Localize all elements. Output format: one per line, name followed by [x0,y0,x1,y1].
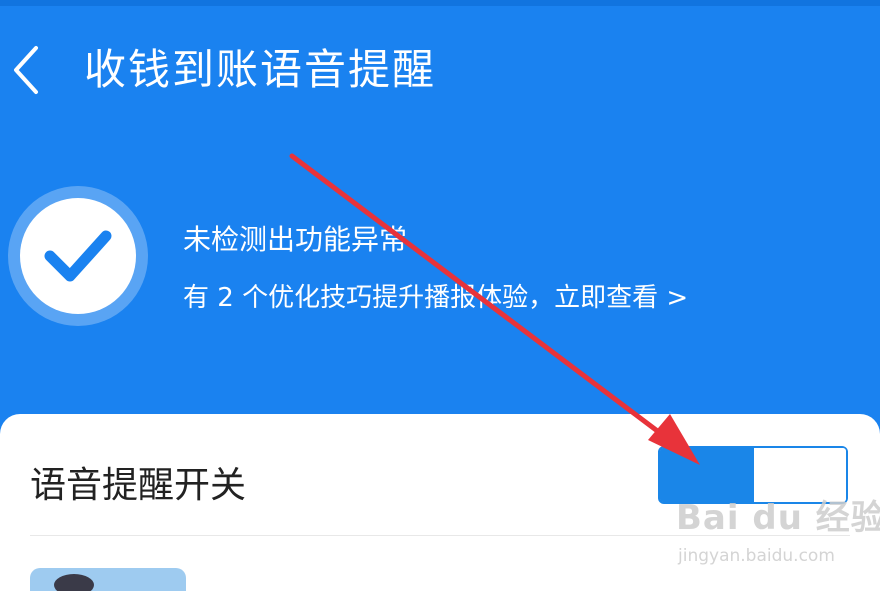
status-bar-strip [0,0,880,6]
header-bar: 收钱到账语音提醒 [0,30,880,110]
page-title: 收钱到账语音提醒 [84,45,437,94]
baidu-jingyan-watermark: Bai du 经验 jingyan.baidu.com [676,490,880,580]
voice-reminder-label: 语音提醒开关 [30,465,247,506]
status-title: 未检测出功能异常 [183,223,408,256]
status-panel: 未检测出功能异常 有 2 个优化技巧提升播报体验，立即查看 > [0,180,880,326]
illustration-thumbnail [30,568,186,591]
chevron-left-icon [14,46,38,94]
check-circle-icon [44,230,112,282]
optimization-tips-link[interactable]: 有 2 个优化技巧提升播报体验，立即查看 > [183,277,688,314]
watermark-url: jingyan.baidu.com [678,546,835,566]
watermark-logo: Bai du 经验 [676,498,880,538]
status-check-badge [8,186,148,326]
back-button[interactable] [8,42,48,98]
